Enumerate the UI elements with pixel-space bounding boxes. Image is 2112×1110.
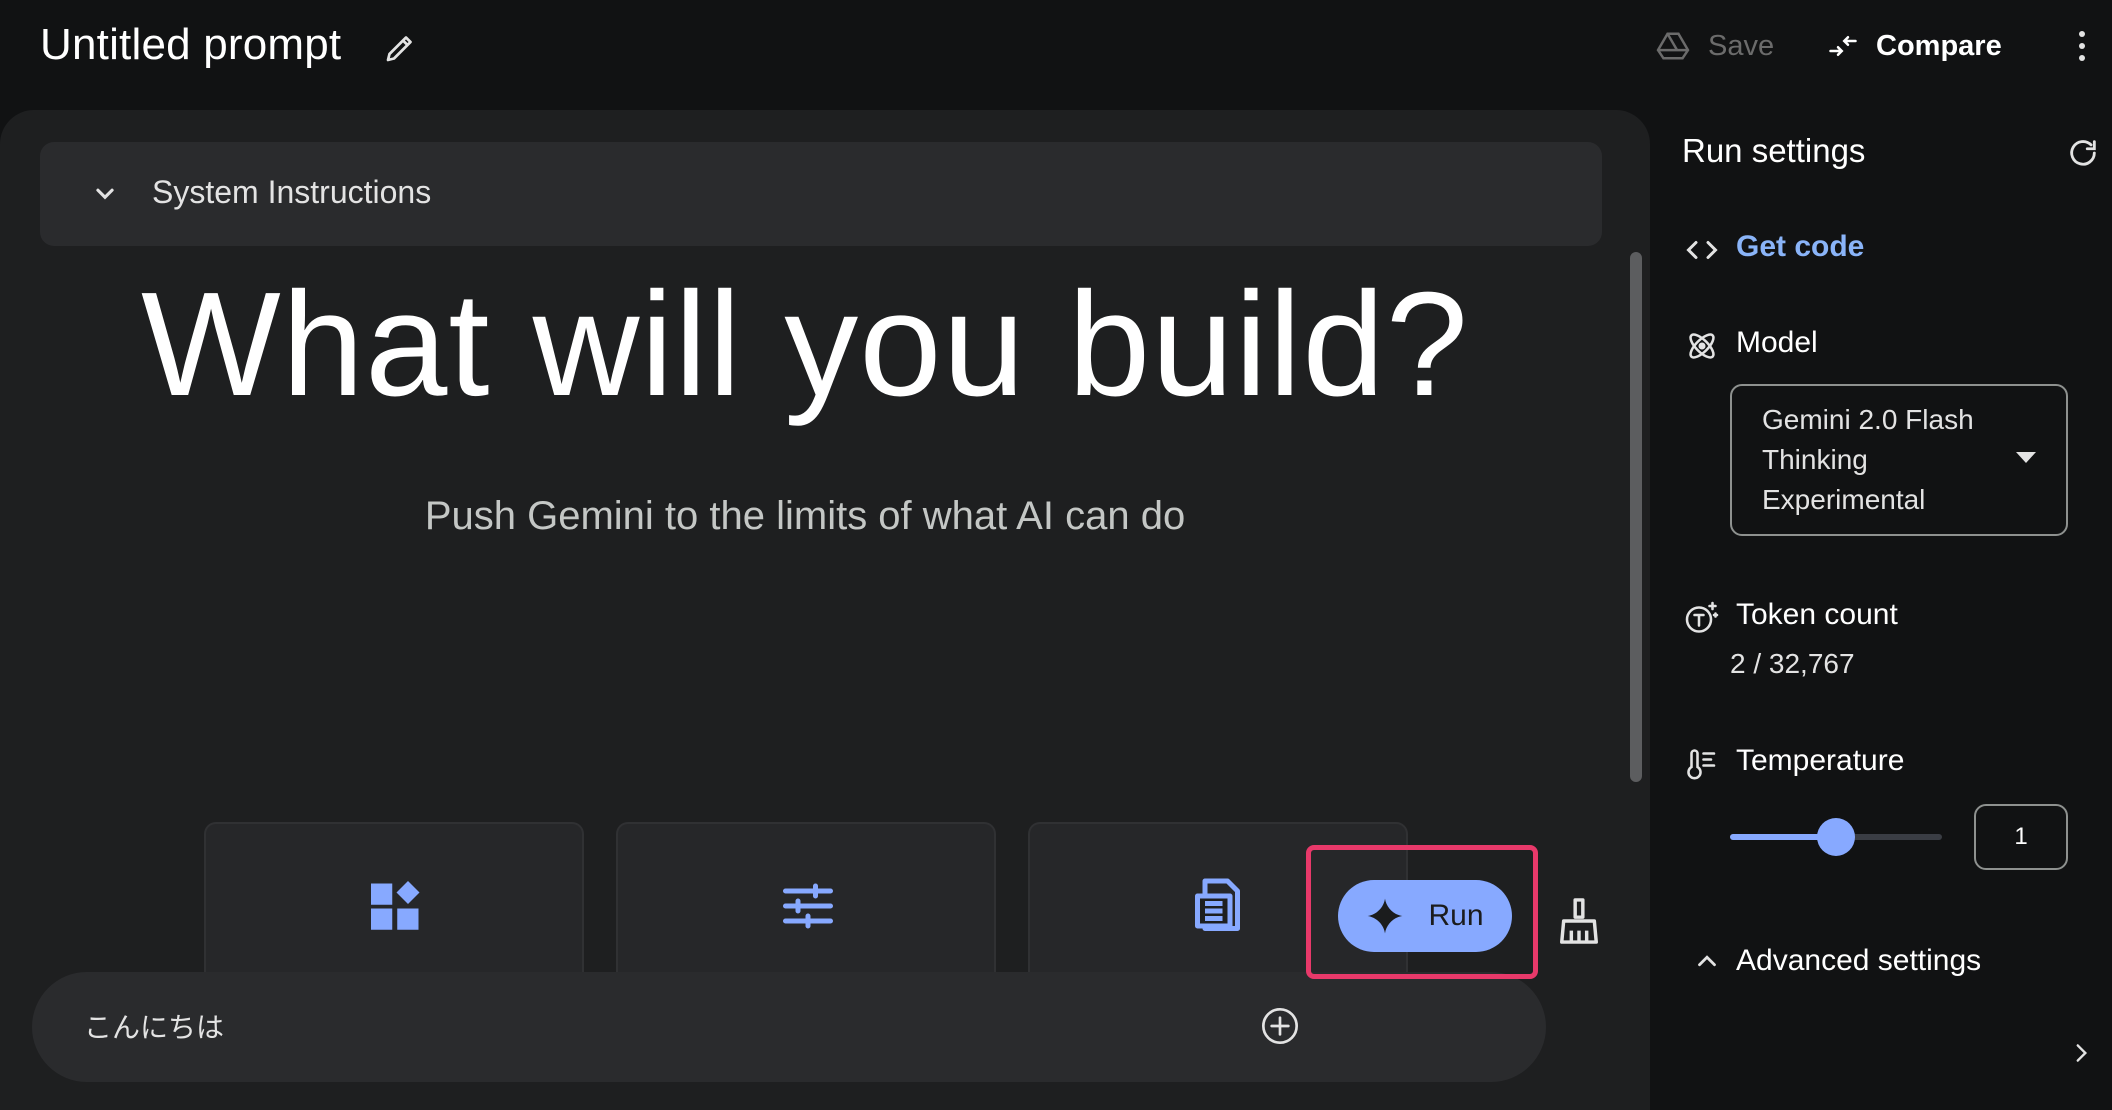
widgets-icon [371, 881, 420, 930]
save-label: Save [1708, 29, 1775, 62]
advanced-settings-toggle[interactable]: Advanced settings [1736, 944, 1981, 978]
pencil-icon[interactable] [382, 30, 418, 66]
temperature-input[interactable]: 1 [1974, 804, 2068, 870]
compare-arrows-icon [1829, 36, 1857, 56]
run-settings-panel: Run settings Get code Model Gemini 2.0 F… [1650, 110, 2112, 1102]
get-code-link[interactable]: Get code [1736, 230, 1864, 264]
thermometer-icon [1687, 749, 1716, 780]
drive-icon [1656, 32, 1690, 60]
hero-subheadline: Push Gemini to the limits of what AI can… [424, 494, 1186, 538]
token-count-value: 2 / 32,767 [1730, 648, 1855, 679]
chevron-down-icon [96, 188, 114, 200]
hero-headline: What will you build? [141, 262, 1469, 427]
temperature-label: Temperature [1736, 744, 1905, 777]
tune-sliders-icon [783, 883, 833, 929]
prompt-input[interactable]: こんにちは [84, 1006, 224, 1046]
broom-icon[interactable] [1556, 896, 1602, 946]
refresh-icon[interactable] [2066, 136, 2100, 170]
token-count-label: Token count [1736, 598, 1898, 631]
save-button[interactable]: Save [1656, 26, 1774, 66]
prompt-input-bar[interactable]: こんにちは [32, 972, 1546, 1082]
model-select[interactable]: Gemini 2.0 Flash Thinking Experimental [1730, 384, 2068, 536]
temperature-slider[interactable] [1730, 818, 1942, 856]
system-instructions-panel[interactable]: System Instructions [40, 142, 1602, 246]
prompt-title[interactable]: Untitled prompt [40, 20, 341, 70]
sparkle-icon [1368, 898, 1403, 934]
compare-button[interactable]: Compare [1826, 26, 2002, 66]
chevron-up-icon[interactable] [1692, 946, 1722, 976]
model-label: Model [1736, 326, 1818, 359]
slider-thumb[interactable] [1817, 818, 1855, 856]
scrollbar[interactable] [1630, 252, 1642, 782]
document-icon [1195, 878, 1240, 931]
add-circle-icon[interactable] [1260, 1006, 1300, 1046]
run-settings-title: Run settings [1682, 132, 1866, 169]
chevron-right-icon[interactable] [2068, 1038, 2094, 1068]
suggestion-card[interactable] [616, 822, 996, 972]
run-button[interactable]: Run [1338, 880, 1512, 952]
system-instructions-label: System Instructions [152, 174, 432, 210]
code-icon [1686, 241, 1718, 259]
token-count-icon [1685, 601, 1719, 633]
more-vert-icon[interactable] [2066, 26, 2098, 66]
dropdown-arrow-icon [2016, 452, 2036, 463]
atom-model-icon [1689, 333, 1715, 359]
model-select-value: Gemini 2.0 Flash Thinking Experimental [1762, 404, 1974, 515]
run-label: Run [1428, 899, 1484, 932]
compare-label: Compare [1876, 29, 2002, 62]
top-bar: Untitled prompt Save Compare [0, 0, 2112, 108]
suggestion-card[interactable] [204, 822, 584, 972]
